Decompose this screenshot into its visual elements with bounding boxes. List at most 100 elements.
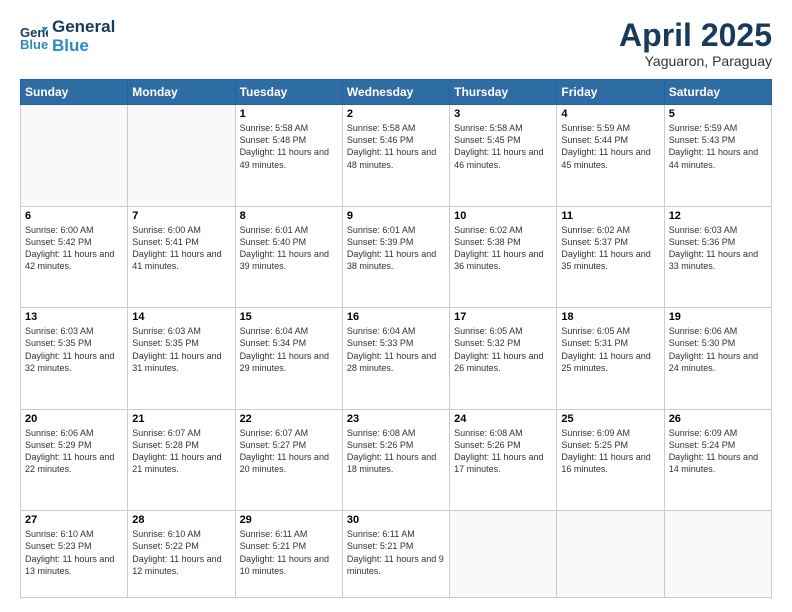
calendar-cell: 3 Sunrise: 5:58 AMSunset: 5:45 PMDaylight…	[450, 105, 557, 207]
day-info: Sunrise: 5:58 AMSunset: 5:45 PMDaylight:…	[454, 122, 552, 171]
day-number: 22	[240, 413, 338, 425]
calendar-cell: 9 Sunrise: 6:01 AMSunset: 5:39 PMDaylight…	[342, 206, 449, 308]
calendar-cell: 29 Sunrise: 6:11 AMSunset: 5:21 PMDayligh…	[235, 511, 342, 598]
calendar-cell: 12Sunrise: 6:03 AMSunset: 5:36 PMDayligh…	[664, 206, 771, 308]
weekday-header-friday: Friday	[557, 80, 664, 105]
day-number: 30	[347, 514, 445, 526]
calendar-week-row: 6 Sunrise: 6:00 AMSunset: 5:42 PMDaylight…	[21, 206, 772, 308]
day-number: 26	[669, 413, 767, 425]
calendar-cell: 4 Sunrise: 5:59 AMSunset: 5:44 PMDaylight…	[557, 105, 664, 207]
day-number: 13	[25, 311, 123, 323]
day-number: 21	[132, 413, 230, 425]
day-number: 29	[240, 514, 338, 526]
svg-text:Blue: Blue	[20, 37, 48, 51]
calendar-cell: 21 Sunrise: 6:07 AMSunset: 5:28 PMDayligh…	[128, 409, 235, 511]
calendar-cell	[128, 105, 235, 207]
day-info: Sunrise: 6:04 AMSunset: 5:33 PMDaylight:…	[347, 325, 445, 374]
day-info: Sunrise: 6:03 AMSunset: 5:35 PMDaylight:…	[132, 325, 230, 374]
calendar-cell: 23Sunrise: 6:08 AMSunset: 5:26 PMDayligh…	[342, 409, 449, 511]
day-number: 10	[454, 210, 552, 222]
day-info: Sunrise: 6:00 AMSunset: 5:42 PMDaylight:…	[25, 224, 123, 273]
day-number: 8	[240, 210, 338, 222]
logo-general: General	[52, 18, 115, 37]
day-number: 15	[240, 311, 338, 323]
day-info: Sunrise: 5:58 AMSunset: 5:48 PMDaylight:…	[240, 122, 338, 171]
day-number: 3	[454, 108, 552, 120]
day-number: 5	[669, 108, 767, 120]
day-number: 14	[132, 311, 230, 323]
day-number: 12	[669, 210, 767, 222]
weekday-header-saturday: Saturday	[664, 80, 771, 105]
day-number: 27	[25, 514, 123, 526]
calendar-cell: 26 Sunrise: 6:09 AMSunset: 5:24 PMDayligh…	[664, 409, 771, 511]
day-info: Sunrise: 6:09 AMSunset: 5:24 PMDaylight:…	[669, 427, 767, 476]
day-number: 4	[561, 108, 659, 120]
weekday-header-wednesday: Wednesday	[342, 80, 449, 105]
calendar-cell: 17 Sunrise: 6:05 AMSunset: 5:32 PMDayligh…	[450, 308, 557, 410]
calendar-header-row: SundayMondayTuesdayWednesdayThursdayFrid…	[21, 80, 772, 105]
day-info: Sunrise: 6:02 AMSunset: 5:38 PMDaylight:…	[454, 224, 552, 273]
calendar-cell	[21, 105, 128, 207]
calendar-cell	[664, 511, 771, 598]
day-number: 16	[347, 311, 445, 323]
calendar-cell: 1 Sunrise: 5:58 AMSunset: 5:48 PMDaylight…	[235, 105, 342, 207]
day-info: Sunrise: 6:01 AMSunset: 5:39 PMDaylight:…	[347, 224, 445, 273]
day-number: 17	[454, 311, 552, 323]
calendar-cell: 8 Sunrise: 6:01 AMSunset: 5:40 PMDaylight…	[235, 206, 342, 308]
month-year: April 2025	[619, 18, 772, 53]
day-info: Sunrise: 5:59 AMSunset: 5:44 PMDaylight:…	[561, 122, 659, 171]
calendar-cell: 27 Sunrise: 6:10 AMSunset: 5:23 PMDayligh…	[21, 511, 128, 598]
calendar-cell: 24 Sunrise: 6:08 AMSunset: 5:26 PMDayligh…	[450, 409, 557, 511]
day-info: Sunrise: 6:09 AMSunset: 5:25 PMDaylight:…	[561, 427, 659, 476]
day-number: 7	[132, 210, 230, 222]
day-number: 20	[25, 413, 123, 425]
calendar-cell: 22 Sunrise: 6:07 AMSunset: 5:27 PMDayligh…	[235, 409, 342, 511]
day-number: 24	[454, 413, 552, 425]
calendar-cell: 16 Sunrise: 6:04 AMSunset: 5:33 PMDayligh…	[342, 308, 449, 410]
day-info: Sunrise: 5:59 AMSunset: 5:43 PMDaylight:…	[669, 122, 767, 171]
day-info: Sunrise: 6:03 AMSunset: 5:35 PMDaylight:…	[25, 325, 123, 374]
day-info: Sunrise: 6:08 AMSunset: 5:26 PMDaylight:…	[454, 427, 552, 476]
day-number: 28	[132, 514, 230, 526]
calendar-cell: 25 Sunrise: 6:09 AMSunset: 5:25 PMDayligh…	[557, 409, 664, 511]
calendar-cell: 11 Sunrise: 6:02 AMSunset: 5:37 PMDayligh…	[557, 206, 664, 308]
day-number: 6	[25, 210, 123, 222]
title-block: April 2025 Yaguaron, Paraguay	[619, 18, 772, 69]
day-number: 2	[347, 108, 445, 120]
day-info: Sunrise: 6:10 AMSunset: 5:22 PMDaylight:…	[132, 528, 230, 577]
day-info: Sunrise: 6:11 AMSunset: 5:21 PMDaylight:…	[240, 528, 338, 577]
day-info: Sunrise: 6:05 AMSunset: 5:32 PMDaylight:…	[454, 325, 552, 374]
calendar-table: SundayMondayTuesdayWednesdayThursdayFrid…	[20, 79, 772, 598]
day-info: Sunrise: 6:06 AMSunset: 5:29 PMDaylight:…	[25, 427, 123, 476]
day-number: 9	[347, 210, 445, 222]
calendar-week-row: 13 Sunrise: 6:03 AMSunset: 5:35 PMDayligh…	[21, 308, 772, 410]
calendar-cell: 18 Sunrise: 6:05 AMSunset: 5:31 PMDayligh…	[557, 308, 664, 410]
day-number: 23	[347, 413, 445, 425]
calendar-cell	[450, 511, 557, 598]
weekday-header-tuesday: Tuesday	[235, 80, 342, 105]
day-info: Sunrise: 6:05 AMSunset: 5:31 PMDaylight:…	[561, 325, 659, 374]
day-info: Sunrise: 6:06 AMSunset: 5:30 PMDaylight:…	[669, 325, 767, 374]
day-info: Sunrise: 6:10 AMSunset: 5:23 PMDaylight:…	[25, 528, 123, 577]
calendar-cell: 14 Sunrise: 6:03 AMSunset: 5:35 PMDayligh…	[128, 308, 235, 410]
page-header: General Blue General Blue April 2025 Yag…	[20, 18, 772, 69]
day-info: Sunrise: 6:00 AMSunset: 5:41 PMDaylight:…	[132, 224, 230, 273]
day-number: 18	[561, 311, 659, 323]
calendar-cell: 2 Sunrise: 5:58 AMSunset: 5:46 PMDaylight…	[342, 105, 449, 207]
day-info: Sunrise: 6:07 AMSunset: 5:28 PMDaylight:…	[132, 427, 230, 476]
day-info: Sunrise: 6:01 AMSunset: 5:40 PMDaylight:…	[240, 224, 338, 273]
day-info: Sunrise: 5:58 AMSunset: 5:46 PMDaylight:…	[347, 122, 445, 171]
day-number: 19	[669, 311, 767, 323]
day-number: 11	[561, 210, 659, 222]
calendar-cell: 28 Sunrise: 6:10 AMSunset: 5:22 PMDayligh…	[128, 511, 235, 598]
location: Yaguaron, Paraguay	[619, 53, 772, 69]
day-number: 25	[561, 413, 659, 425]
day-number: 1	[240, 108, 338, 120]
calendar-week-row: 1 Sunrise: 5:58 AMSunset: 5:48 PMDaylight…	[21, 105, 772, 207]
calendar-week-row: 27 Sunrise: 6:10 AMSunset: 5:23 PMDayligh…	[21, 511, 772, 598]
calendar-cell: 19 Sunrise: 6:06 AMSunset: 5:30 PMDayligh…	[664, 308, 771, 410]
day-info: Sunrise: 6:02 AMSunset: 5:37 PMDaylight:…	[561, 224, 659, 273]
day-info: Sunrise: 6:11 AMSunset: 5:21 PMDaylight:…	[347, 528, 445, 577]
logo-icon: General Blue	[20, 23, 48, 51]
day-info: Sunrise: 6:07 AMSunset: 5:27 PMDaylight:…	[240, 427, 338, 476]
